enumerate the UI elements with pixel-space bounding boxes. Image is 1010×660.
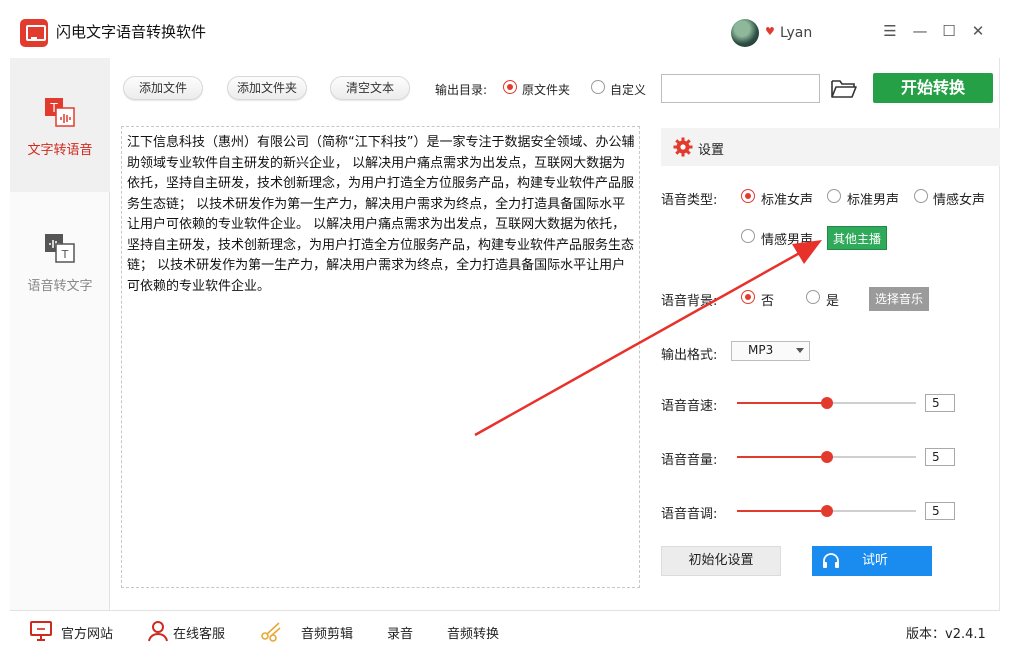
voice-standard-male-label: 标准男声 [847,193,900,208]
voice-emotional-female-label: 情感女声 [933,193,986,208]
speed-slider-fill [737,402,827,404]
nav-label-speech-to-text: 语音转文字 [27,279,93,294]
listen-button[interactable]: 试听 [812,546,932,576]
pitch-slider-fill [737,510,827,512]
radio-background-no[interactable] [741,290,755,304]
username[interactable]: Lyan [780,25,812,41]
pitch-slider[interactable] [737,505,916,517]
footer-audio-convert-link[interactable]: 音频转换 [447,623,499,642]
other-anchor-button[interactable]: 其他主播 [827,226,887,250]
user-avatar[interactable] [731,19,759,47]
footer-bar: 官方网站 在线客服 音频剪辑 录音 音频转换 版本：v2.4.1 [10,610,1000,650]
voice-emotional-male-label: 情感男声 [761,233,814,248]
settings-title: 设置 [698,143,725,158]
radio-voice-emotional-male[interactable] [741,229,755,243]
footer-audio-cut-link[interactable]: 音频剪辑 [301,623,353,642]
chevron-down-icon [796,348,804,353]
volume-value-input[interactable]: 5 [925,448,955,466]
close-button[interactable]: ✕ [969,22,987,40]
source-folder-label: 原文件夹 [522,83,571,97]
output-dir-label: 输出目录: [435,83,488,97]
menu-icon[interactable]: ☰ [881,22,899,40]
output-dir-input[interactable] [661,74,820,103]
nav-label-text-to-speech: 文字转语音 [27,143,93,158]
speed-slider[interactable] [737,397,916,409]
format-label: 输出格式: [661,348,718,363]
volume-slider[interactable] [737,451,916,463]
svg-text:T: T [61,248,69,261]
background-no-label: 否 [761,294,775,309]
folder-open-icon[interactable] [830,78,858,100]
choose-music-button[interactable]: 选择音乐 [869,287,929,311]
footer-support-link[interactable]: 在线客服 [173,623,225,642]
start-convert-button[interactable]: 开始转换 [873,73,993,103]
voice-standard-female-label: 标准女声 [761,193,814,208]
speed-value-input[interactable]: 5 [925,394,955,412]
init-settings-button[interactable]: 初始化设置 [661,546,781,576]
listen-label: 试听 [862,553,889,568]
version-text: 版本：v2.4.1 [906,627,986,642]
radio-voice-standard-female[interactable] [741,189,755,203]
pitch-value-input[interactable]: 5 [925,502,955,520]
volume-label: 语音音量: [661,453,718,468]
footer-website-link[interactable]: 官方网站 [61,623,113,642]
background-yes-label: 是 [826,294,840,309]
app-title: 闪电文字语音转换软件 [56,23,207,41]
support-agent-icon [148,621,168,642]
volume-slider-fill [737,456,827,458]
clear-text-button[interactable]: 清空文本 [330,76,410,100]
left-nav: T 文字转语音 T 语音转文字 [10,58,110,610]
vip-heart-icon: ♥ [765,25,775,38]
gear-icon [673,137,693,157]
title-bar: 闪电文字语音转换软件 ♥ Lyan ☰ — ☐ ✕ [0,0,1010,58]
app-logo-icon [20,19,48,47]
headphones-icon [823,553,839,568]
minimize-button[interactable]: — [911,22,929,40]
pitch-slider-knob[interactable] [821,505,833,517]
nav-item-speech-to-text[interactable]: T 语音转文字 [10,192,110,326]
footer-record-link[interactable]: 录音 [387,623,413,642]
custom-label: 自定义 [610,83,647,97]
radio-voice-standard-male[interactable] [827,189,841,203]
add-file-button[interactable]: 添加文件 [123,76,203,100]
add-folder-button[interactable]: 添加文件夹 [227,76,307,100]
speed-slider-knob[interactable] [821,397,833,409]
text-input-area[interactable]: 江下信息科技（惠州）有限公司（简称“江下科技”）是一家专注于数据安全领域、办公辅… [121,126,640,588]
radio-voice-emotional-female[interactable] [914,189,928,203]
radio-custom[interactable] [591,80,605,94]
voice-type-label: 语音类型: [661,193,718,208]
scissors-icon [261,622,281,642]
text-to-speech-icon: T [45,98,75,127]
nav-item-text-to-speech[interactable]: T 文字转语音 [10,58,110,192]
background-label: 语音背景: [661,294,718,309]
radio-background-yes[interactable] [806,290,820,304]
volume-slider-knob[interactable] [821,451,833,463]
monitor-icon [30,621,52,641]
speed-label: 语音音速: [661,399,718,414]
radio-source-folder[interactable] [503,80,517,94]
maximize-button[interactable]: ☐ [940,22,958,40]
pitch-label: 语音音调: [661,507,718,522]
speech-to-text-icon: T [45,234,75,263]
